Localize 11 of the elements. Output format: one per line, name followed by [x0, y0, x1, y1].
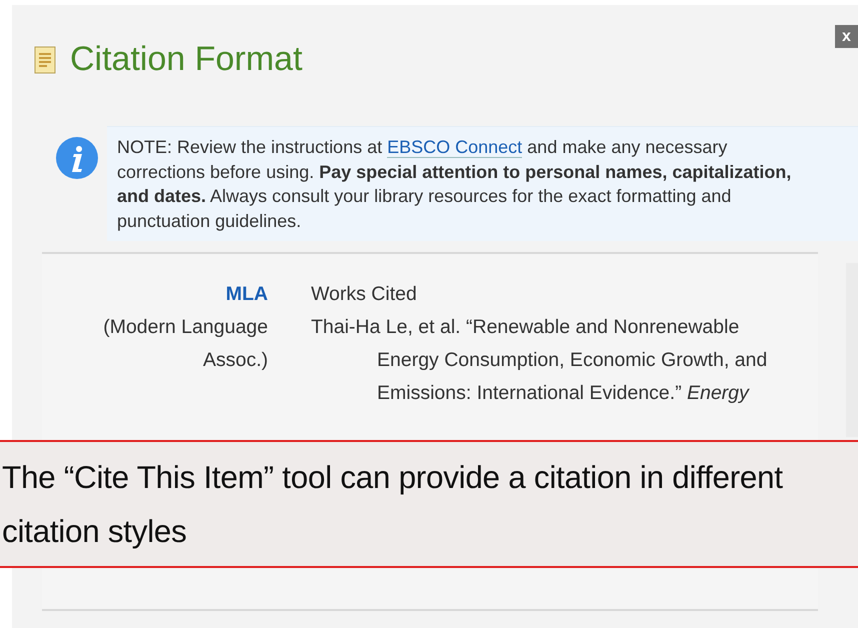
info-icon [55, 136, 99, 180]
citation-entry: Thai-Ha Le, et al. “Renewable and Nonrenewable Energy Consumption, Economic Growth, and Emissions: International Evidence.” Energy [311, 315, 768, 406]
close-button[interactable]: x [835, 25, 858, 48]
ebsco-connect-link[interactable]: EBSCO Connect [387, 137, 522, 158]
document-icon [34, 46, 56, 74]
works-cited-heading: Works Cited [311, 282, 418, 307]
note-text: NOTE: Review the instructions at EBSCO Connect and make any necessary corrections before using. Pay special attention to personal names, capitalization, and dates. Always consult your library resources for the exact formatting and punctuation guidelines. [107, 126, 858, 241]
callout-caption: The “Cite This Item” tool can provide a citation in different citation styles [0, 440, 858, 568]
dialog-title: Citation Format [70, 40, 302, 79]
citation-style-description: (Modern Language Assoc.) [102, 315, 268, 373]
citation-style-name: MLA [226, 282, 268, 307]
